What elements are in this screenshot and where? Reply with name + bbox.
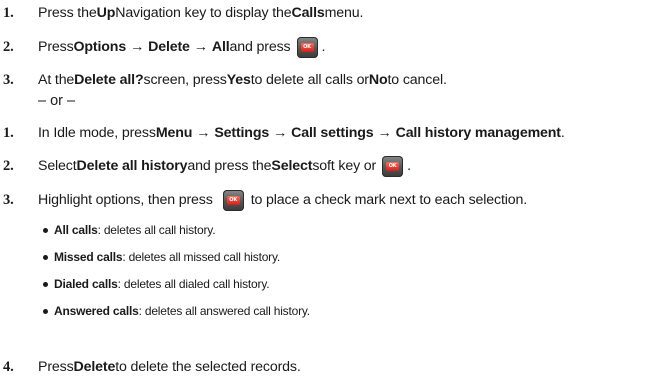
up-key-label: Up xyxy=(96,5,116,21)
bullet-label: Missed calls xyxy=(54,250,123,264)
step-text: Press Delete to delete the selected reco… xyxy=(38,359,301,375)
arrow-icon: → xyxy=(193,39,208,55)
step-number: 2. xyxy=(3,38,14,55)
bullet-label: Dialed calls xyxy=(54,277,118,291)
bullet-text: : deletes all missed call history. xyxy=(122,250,281,264)
step-text: Highlight options, then pressto place a … xyxy=(38,189,527,211)
calls-menu-label: Calls xyxy=(291,5,325,21)
manual-page: 1. Press the Up Navigation key to displa… xyxy=(0,0,665,383)
arrow-icon: → xyxy=(196,125,211,141)
step-number: 2. xyxy=(3,157,14,174)
bullet-all-calls: All calls: deletes all call history. xyxy=(43,219,216,241)
bullet-text: : deletes all call history. xyxy=(97,223,216,237)
arrow-icon: → xyxy=(273,125,288,141)
ok-key-icon xyxy=(296,36,318,58)
bullet-text: : deletes all answered call history. xyxy=(138,304,311,318)
step-number: 1. xyxy=(3,124,14,141)
bullet-label: All calls xyxy=(54,223,98,237)
bullet-answered-calls: Answered calls: deletes all answered cal… xyxy=(43,300,310,322)
step-number: 3. xyxy=(3,191,14,208)
all-label: All xyxy=(211,39,230,55)
step-text: Press Options→Delete→All and press. xyxy=(38,36,325,58)
ok-key-icon xyxy=(382,155,404,177)
select-label: Select xyxy=(271,158,313,174)
step-number: 4. xyxy=(3,358,14,375)
or-separator: – or – xyxy=(38,93,76,109)
bullet-label: Answered calls xyxy=(54,304,139,318)
options-label: Options xyxy=(73,39,127,55)
ok-key-icon xyxy=(222,189,244,211)
step-text: In Idle mode, press Menu → Settings → Call s… xyxy=(38,125,565,141)
bullet-dialed-calls: Dialed calls: deletes all dialed call hi… xyxy=(43,273,270,295)
bullet-missed-calls: Missed calls: deletes all missed call hi… xyxy=(43,246,280,268)
bullet-dot-icon xyxy=(43,308,48,314)
delete-label: Delete xyxy=(148,39,190,55)
menu-label: Menu xyxy=(155,125,193,141)
arrow-icon: → xyxy=(130,39,145,55)
call-settings-label: Call settings xyxy=(291,125,374,141)
call-history-management-label: Call history management xyxy=(395,125,561,141)
step-text: At the Delete all? screen, press Yes to … xyxy=(38,72,447,88)
bullet-dot-icon xyxy=(43,254,48,260)
bullet-dot-icon xyxy=(43,227,48,233)
step-text: Press the Up Navigation key to display t… xyxy=(38,5,364,21)
yes-label: Yes xyxy=(226,72,251,88)
bullet-dot-icon xyxy=(43,281,48,287)
delete-all-screen-label: Delete all? xyxy=(74,72,144,88)
step-text: Select Delete all history and press the … xyxy=(38,155,411,177)
step-number: 3. xyxy=(3,71,14,88)
step-number: 1. xyxy=(3,4,14,21)
settings-label: Settings xyxy=(214,125,270,141)
arrow-icon: → xyxy=(377,125,392,141)
delete-all-history-label: Delete all history xyxy=(76,158,188,174)
delete-label: Delete xyxy=(73,359,116,375)
no-label: No xyxy=(368,72,388,88)
bullet-text: : deletes all dialed call history. xyxy=(117,277,270,291)
